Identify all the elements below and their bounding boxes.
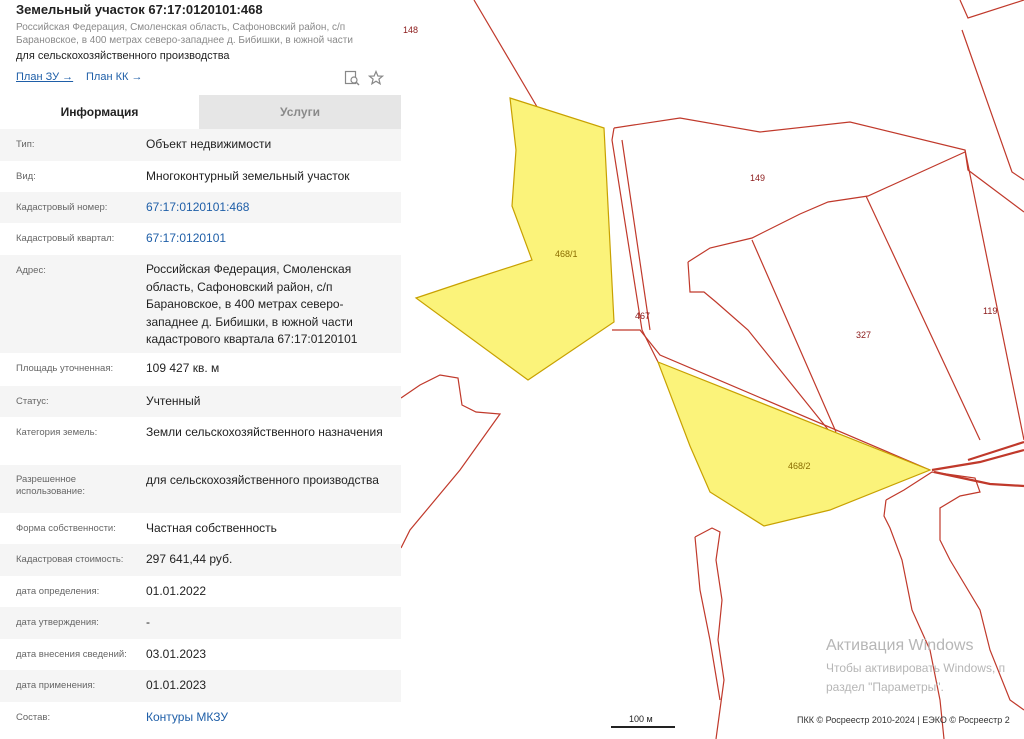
parcel-label-148: 148 [403, 25, 419, 35]
parcel-purpose: для сельскохозяйственного производства [16, 50, 230, 62]
info-row-cadastral-number: Кадастровый номер: 67:17:0120101:468 [0, 192, 401, 223]
info-row-composition: Состав: Контуры МКЗУ [0, 702, 401, 739]
row-label: Состав: [16, 712, 51, 723]
row-value: для сельскохозяйственного производства [146, 473, 379, 487]
windows-activation-text: Чтобы активировать Windows, п раздел "Па… [826, 659, 1005, 697]
plan-zu-link[interactable]: План ЗУ → [16, 71, 73, 83]
info-row-type: Тип: Объект недвижимости [0, 129, 401, 161]
map-canvas[interactable] [401, 0, 1024, 739]
cadastral-number-link[interactable]: 67:17:0120101:468 [146, 199, 386, 217]
info-row-permitted-use: Разрешенное использование: для сельскохо… [0, 465, 401, 513]
row-label: Кадастровая стоимость: [16, 554, 124, 565]
tab-information[interactable]: Информация [0, 95, 199, 129]
thick-boundary [933, 470, 1024, 488]
row-label: Вид: [16, 171, 36, 182]
row-value: 01.01.2022 [146, 584, 207, 598]
row-value: 109 427 кв. м [146, 361, 220, 375]
parcel-label-327: 327 [856, 330, 872, 340]
boundary-line [694, 527, 725, 739]
info-row-cadastral-value: Кадастровая стоимость: 297 641,44 руб. [0, 544, 401, 576]
boundary-line [865, 195, 981, 441]
row-label: дата определения: [16, 586, 100, 597]
info-row-ownership: Форма собственности: Частная собственнос… [0, 513, 401, 544]
boundary-line [961, 29, 1024, 181]
panel-tabs: Информация Услуги [0, 95, 401, 129]
row-label: Тип: [16, 139, 35, 150]
row-label: Площадь уточненная: [16, 363, 114, 374]
parcel-468-1 [414, 97, 615, 381]
boundary-line [473, 0, 547, 123]
row-label: дата внесения сведений: [16, 649, 127, 660]
address-line-2: Барановское, в 400 метрах северо-западне… [16, 35, 353, 46]
row-label: Адрес: [16, 265, 46, 276]
row-label: Разрешенное использование: [16, 474, 86, 497]
parcel-title: Земельный участок 67:17:0120101:468 [16, 2, 263, 17]
parcel-label-468-1: 468/1 [555, 249, 578, 259]
parcel-label-468-2: 468/2 [788, 461, 811, 471]
info-row-approval-date: дата утверждения: - [0, 607, 401, 639]
info-row-application-date: дата применения: 01.01.2023 [0, 670, 401, 702]
scale-bar [611, 726, 675, 728]
parcel-address-summary: Российская Федерация, Смоленская область… [16, 21, 361, 47]
info-row-status: Статус: Учтенный [0, 386, 401, 417]
plan-kk-link[interactable]: План КК → [86, 71, 142, 83]
row-value: 03.01.2023 [146, 647, 207, 661]
info-row-entry-date: дата внесения сведений: 03.01.2023 [0, 639, 401, 670]
info-row-determination-date: дата определения: 01.01.2022 [0, 576, 401, 607]
contours-link[interactable]: Контуры МКЗУ [146, 709, 386, 727]
info-row-address: Адрес: Российская Федерация, Смоленская … [0, 255, 401, 353]
windows-activation-line-2: раздел "Параметры". [826, 680, 944, 694]
boundary-line [621, 139, 651, 331]
boundary-line [751, 239, 837, 433]
parcel-label-119: 119 [983, 306, 998, 316]
info-row-kind: Вид: Многоконтурный земельный участок [0, 161, 401, 192]
row-value: Частная собственность [146, 521, 277, 535]
boundary-line [883, 499, 945, 739]
parcel-label-467: 467 [635, 311, 651, 321]
row-label: Категория земель: [16, 427, 98, 438]
info-panel: Земельный участок 67:17:0120101:468 Росс… [0, 0, 402, 739]
row-label: Форма собственности: [16, 523, 116, 534]
info-row-area: Площадь уточненная: 109 427 кв. м [0, 353, 401, 386]
row-value: Многоконтурный земельный участок [146, 169, 350, 183]
row-label: дата утверждения: [16, 617, 99, 628]
info-row-land-category: Категория земель: Земли сельскохозяйстве… [0, 417, 401, 465]
star-icon[interactable] [367, 69, 385, 86]
row-value: Земли сельскохозяйственного назначения [146, 425, 383, 439]
parcel-label-149: 149 [750, 173, 766, 183]
info-row-cadastral-block: Кадастровый квартал: 67:17:0120101 [0, 223, 401, 255]
row-value: 297 641,44 руб. [146, 552, 233, 566]
thick-boundary [931, 448, 1024, 472]
cadastral-map[interactable]: 148 149 119 327 467 468/1 468/2 Активаци… [401, 0, 1024, 739]
row-label: Статус: [16, 396, 49, 407]
row-value: - [146, 615, 150, 629]
row-value: Объект недвижимости [146, 137, 272, 151]
search-document-icon[interactable] [344, 70, 360, 86]
row-label: Кадастровый номер: [16, 202, 108, 213]
row-value: Учтенный [146, 394, 201, 408]
row-value: 01.01.2023 [146, 678, 207, 692]
windows-activation-title: Активация Windows [826, 637, 974, 654]
tab-services[interactable]: Услуги [199, 95, 401, 129]
cadastral-block-link[interactable]: 67:17:0120101 [146, 230, 386, 248]
row-value: Российская Федерация, Смоленская область… [146, 262, 358, 346]
map-copyright: ПКК © Росреестр 2010-2024 | ЕЭКО © Росре… [797, 715, 1010, 725]
boundary-line [687, 151, 966, 263]
boundary-line [613, 117, 1024, 213]
windows-activation-line-1: Чтобы активировать Windows, п [826, 661, 1006, 675]
boundary-line [401, 374, 502, 549]
boundary-line [964, 149, 1024, 441]
row-label: дата применения: [16, 680, 96, 691]
boundary-line [959, 0, 1024, 19]
address-line-1: Российская Федерация, Смоленская область… [16, 22, 346, 33]
scale-label: 100 м [629, 714, 653, 724]
boundary-line [611, 127, 659, 363]
row-label: Кадастровый квартал: [16, 233, 115, 244]
